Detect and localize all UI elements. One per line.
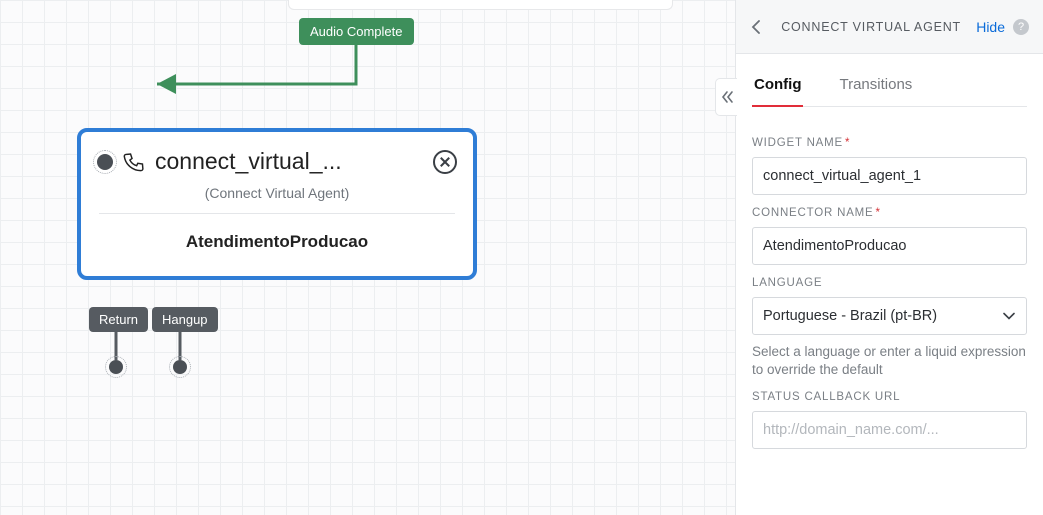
widget-node-connect-virtual-agent[interactable]: connect_virtual_... (Connect Virtual Age… bbox=[77, 128, 477, 280]
connector-name-input[interactable] bbox=[752, 227, 1027, 265]
flow-canvas[interactable]: Audio Complete connect_virtual_... (Conn… bbox=[0, 0, 735, 515]
language-helper-text: Select a language or enter a liquid expr… bbox=[752, 343, 1027, 379]
language-select[interactable] bbox=[752, 297, 1027, 335]
delete-node-button[interactable] bbox=[433, 150, 457, 174]
upstream-node-stub bbox=[288, 0, 673, 10]
collapse-panel-button[interactable] bbox=[715, 78, 737, 116]
widget-node-type-label: (Connect Virtual Agent) bbox=[81, 185, 473, 213]
panel-tabs: Config Transitions bbox=[752, 54, 1027, 107]
config-form: WIDGET NAME* CONNECTOR NAME* LANGUAGE Se… bbox=[736, 107, 1043, 449]
input-port-dot[interactable] bbox=[97, 154, 113, 170]
chevron-left-icon bbox=[751, 20, 761, 34]
back-button[interactable] bbox=[746, 17, 766, 37]
widget-node-title: connect_virtual_... bbox=[155, 148, 423, 175]
widget-name-label: WIDGET NAME* bbox=[752, 137, 1027, 149]
help-icon[interactable]: ? bbox=[1013, 19, 1029, 35]
widget-node-connector-value: AtendimentoProducao bbox=[81, 214, 473, 276]
connector-name-label: CONNECTOR NAME* bbox=[752, 207, 1027, 219]
transition-pill-audio-complete[interactable]: Audio Complete bbox=[299, 18, 414, 45]
status-callback-input[interactable] bbox=[752, 411, 1027, 449]
widget-name-input[interactable] bbox=[752, 157, 1027, 195]
status-callback-label: STATUS CALLBACK URL bbox=[752, 391, 1027, 403]
tab-transitions[interactable]: Transitions bbox=[837, 76, 914, 107]
panel-header: CONNECT VIRTUAL AGENT Hide ? bbox=[736, 0, 1043, 54]
transition-pill-hangup[interactable]: Hangup bbox=[152, 307, 218, 332]
transition-pill-return[interactable]: Return bbox=[89, 307, 148, 332]
output-port-return[interactable] bbox=[109, 360, 123, 374]
chevrons-left-icon bbox=[720, 90, 734, 104]
tab-config[interactable]: Config bbox=[752, 76, 803, 107]
output-port-hangup[interactable] bbox=[173, 360, 187, 374]
config-panel: CONNECT VIRTUAL AGENT Hide ? Config Tran… bbox=[735, 0, 1043, 515]
hide-panel-link[interactable]: Hide bbox=[976, 19, 1005, 35]
language-label: LANGUAGE bbox=[752, 277, 1027, 289]
phone-icon bbox=[122, 150, 146, 174]
panel-title: CONNECT VIRTUAL AGENT bbox=[774, 20, 968, 34]
